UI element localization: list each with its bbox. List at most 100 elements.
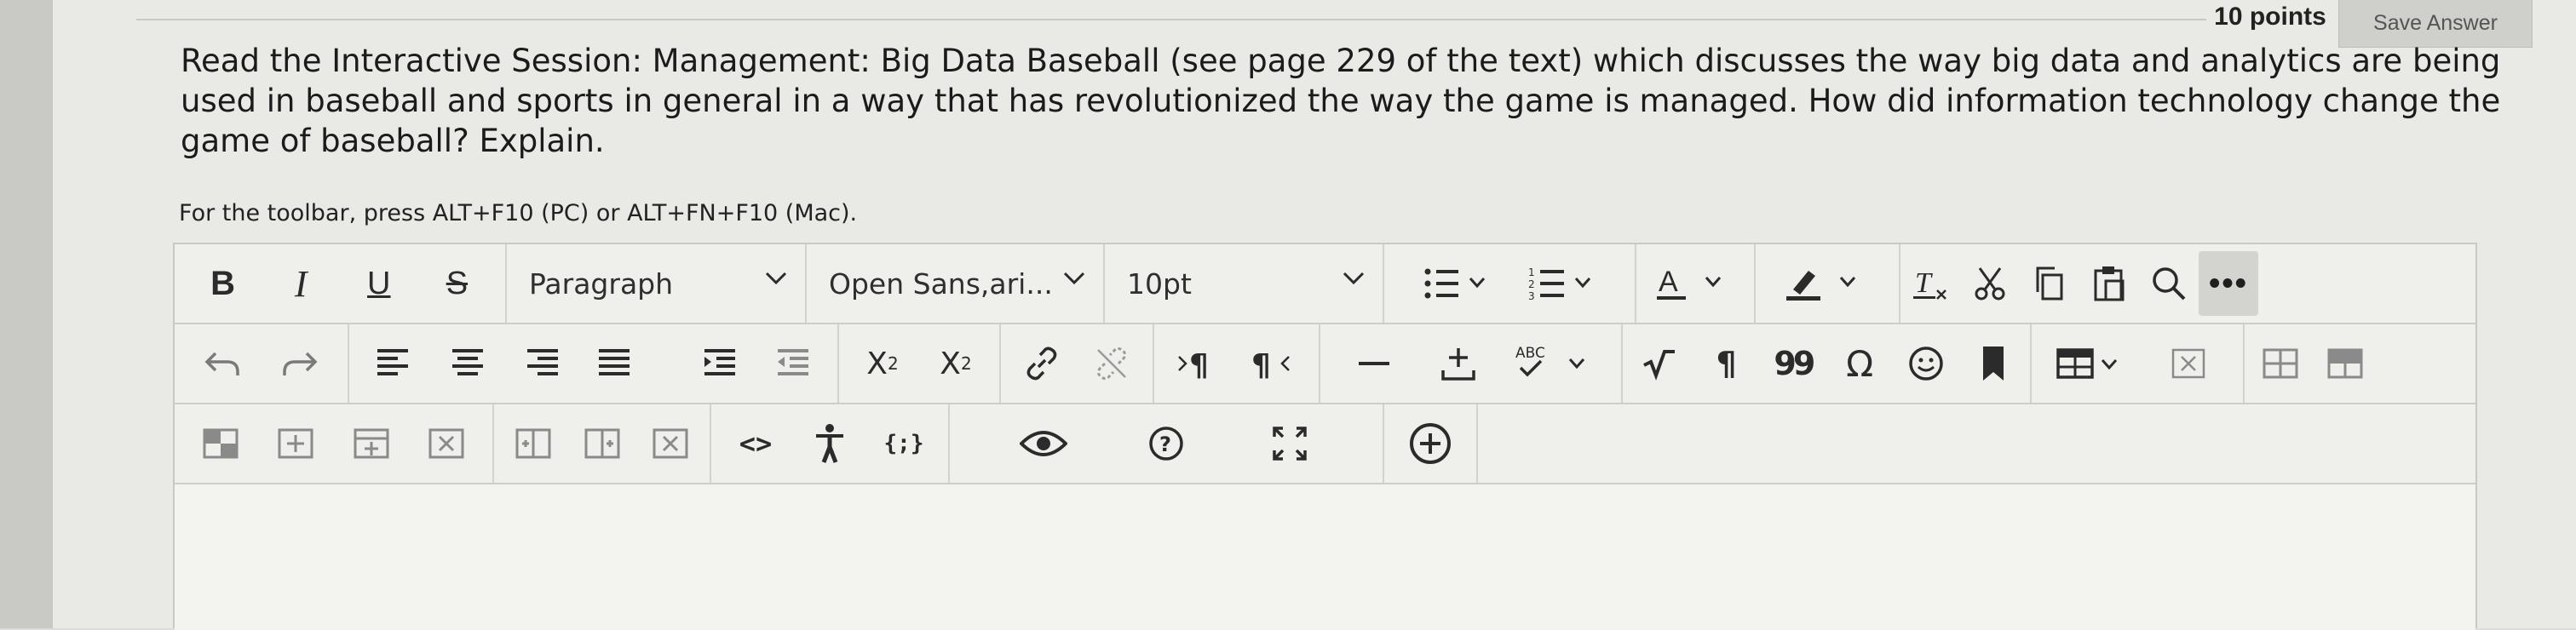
copy-icon: [2036, 266, 2063, 301]
bookmark-icon: [1982, 346, 2004, 381]
bold-button[interactable]: B: [193, 254, 253, 313]
table-cell-props-button[interactable]: [2315, 334, 2375, 393]
blockquote-button[interactable]: 99: [1763, 334, 1823, 393]
block-format-dropdown[interactable]: Paragraph: [507, 244, 807, 323]
table-icon: [2056, 348, 2118, 379]
source-code-button[interactable]: <>: [726, 414, 785, 473]
align-center-button[interactable]: [438, 333, 497, 392]
redo-button[interactable]: [270, 334, 330, 393]
horizontal-line-button[interactable]: [1344, 334, 1404, 393]
underline-button[interactable]: U: [349, 254, 409, 313]
link-group: [1001, 324, 1154, 403]
align-left-icon: [377, 349, 408, 375]
indent-icon: [704, 349, 735, 375]
table-row-before-icon: [203, 428, 239, 459]
copy-button[interactable]: [2020, 254, 2079, 313]
table-col-after-icon: [584, 428, 619, 459]
bookmark-button[interactable]: [1964, 334, 2023, 393]
search-icon: [2153, 267, 2186, 301]
eye-icon: [1019, 431, 1067, 456]
delete-col-button[interactable]: [641, 414, 700, 473]
table-button[interactable]: [2056, 334, 2133, 393]
table-props-group: [2245, 324, 2381, 403]
align-right-button[interactable]: [511, 333, 571, 392]
spellcheck-button[interactable]: ABC: [1512, 334, 1597, 393]
svg-text:T: T: [1915, 267, 1933, 299]
add-content-button[interactable]: [1400, 414, 1460, 473]
align-justify-icon: [599, 349, 630, 375]
subscript-button[interactable]: X2: [926, 334, 986, 393]
table-delete-icon: [2171, 348, 2205, 379]
table-row-props-button[interactable]: [2251, 334, 2310, 393]
highlight-group: [1756, 244, 1900, 323]
show-blocks-button[interactable]: ¶: [1697, 334, 1757, 393]
accessibility-button[interactable]: [800, 414, 860, 473]
divider: [136, 19, 2206, 20]
table-cols-group: [494, 404, 711, 483]
align-left-button[interactable]: [365, 333, 424, 392]
help-button[interactable]: ?: [1136, 414, 1196, 473]
svg-text:¶: ¶: [1189, 348, 1209, 382]
special-character-button[interactable]: Ω: [1830, 334, 1889, 393]
cut-button[interactable]: [1960, 254, 2020, 313]
subscript-label: 2: [960, 353, 972, 374]
insert-template-button[interactable]: {;}: [874, 414, 934, 473]
italic-button[interactable]: I: [271, 254, 331, 313]
preview-button[interactable]: [1014, 414, 1073, 473]
ltr-button[interactable]: ¶: [1170, 334, 1229, 393]
highlighter-icon: [1786, 271, 1856, 301]
insert-col-button[interactable]: [342, 414, 401, 473]
table-delete-col-icon: [653, 428, 688, 459]
find-button[interactable]: [2139, 254, 2199, 313]
insert-col-after-button[interactable]: [572, 414, 632, 473]
undo-button[interactable]: [193, 334, 252, 393]
highlight-color-button[interactable]: [1785, 254, 1870, 313]
table-group: [2032, 324, 2245, 403]
font-size-value: 10pt: [1127, 266, 1192, 301]
clear-formatting-button[interactable]: T: [1900, 254, 1960, 313]
svg-text:?: ?: [1159, 432, 1171, 456]
strikethrough-button[interactable]: S: [427, 254, 486, 313]
equation-button[interactable]: [1630, 334, 1689, 393]
svg-text:1: 1: [1528, 266, 1535, 278]
answer-input[interactable]: [175, 484, 2475, 630]
insert-row-before-button[interactable]: [191, 414, 250, 473]
font-family-value: Open Sans,ari...: [829, 266, 1053, 301]
toolbar-row-2: X2 X2 ¶ ¶ ABC ¶ 99 Ω: [175, 324, 2475, 404]
numbered-list-button[interactable]: 1 2 3: [1528, 254, 1596, 313]
remove-link-button[interactable]: [1082, 334, 1141, 393]
bullet-list-button[interactable]: [1423, 254, 1491, 313]
insert-row-after-button[interactable]: [266, 414, 325, 473]
plus-minus-button[interactable]: [1429, 334, 1488, 393]
script-group: X2 X2: [839, 324, 1001, 403]
link-icon: [1026, 346, 1056, 381]
text-color-icon: A: [1657, 266, 1722, 300]
align-center-icon: [452, 349, 483, 375]
rtl-button[interactable]: ¶: [1244, 334, 1303, 393]
insert-group: ABC: [1320, 324, 1623, 403]
rich-text-editor: B I U S Paragraph Open Sans,ari... 10pt: [173, 243, 2477, 630]
insert-col-before-button[interactable]: [503, 414, 563, 473]
chevron-down-icon: [765, 272, 787, 285]
fullscreen-button[interactable]: [1260, 414, 1320, 473]
left-margin: [0, 0, 53, 628]
redo-icon: [283, 352, 318, 375]
align-justify-button[interactable]: [584, 333, 644, 392]
indent-button[interactable]: [690, 333, 750, 392]
svg-text:ABC: ABC: [1515, 345, 1545, 362]
emoji-button[interactable]: [1896, 334, 1956, 393]
outdent-button[interactable]: [763, 333, 823, 392]
delete-row-button[interactable]: [417, 414, 476, 473]
insert-link-button[interactable]: [1012, 334, 1072, 393]
font-size-dropdown[interactable]: 10pt: [1105, 244, 1384, 323]
table-insert-col-icon: [354, 428, 389, 459]
text-color-button[interactable]: A: [1657, 254, 1734, 313]
superscript-button[interactable]: X2: [853, 334, 912, 393]
accessibility-icon: [816, 424, 843, 463]
direction-group: ¶ ¶: [1154, 324, 1320, 403]
more-options-button[interactable]: •••: [2199, 251, 2258, 316]
paste-button[interactable]: [2079, 254, 2139, 313]
delete-table-button[interactable]: [2159, 334, 2218, 393]
font-family-dropdown[interactable]: Open Sans,ari...: [807, 244, 1105, 323]
unlink-icon: [1097, 346, 1127, 381]
